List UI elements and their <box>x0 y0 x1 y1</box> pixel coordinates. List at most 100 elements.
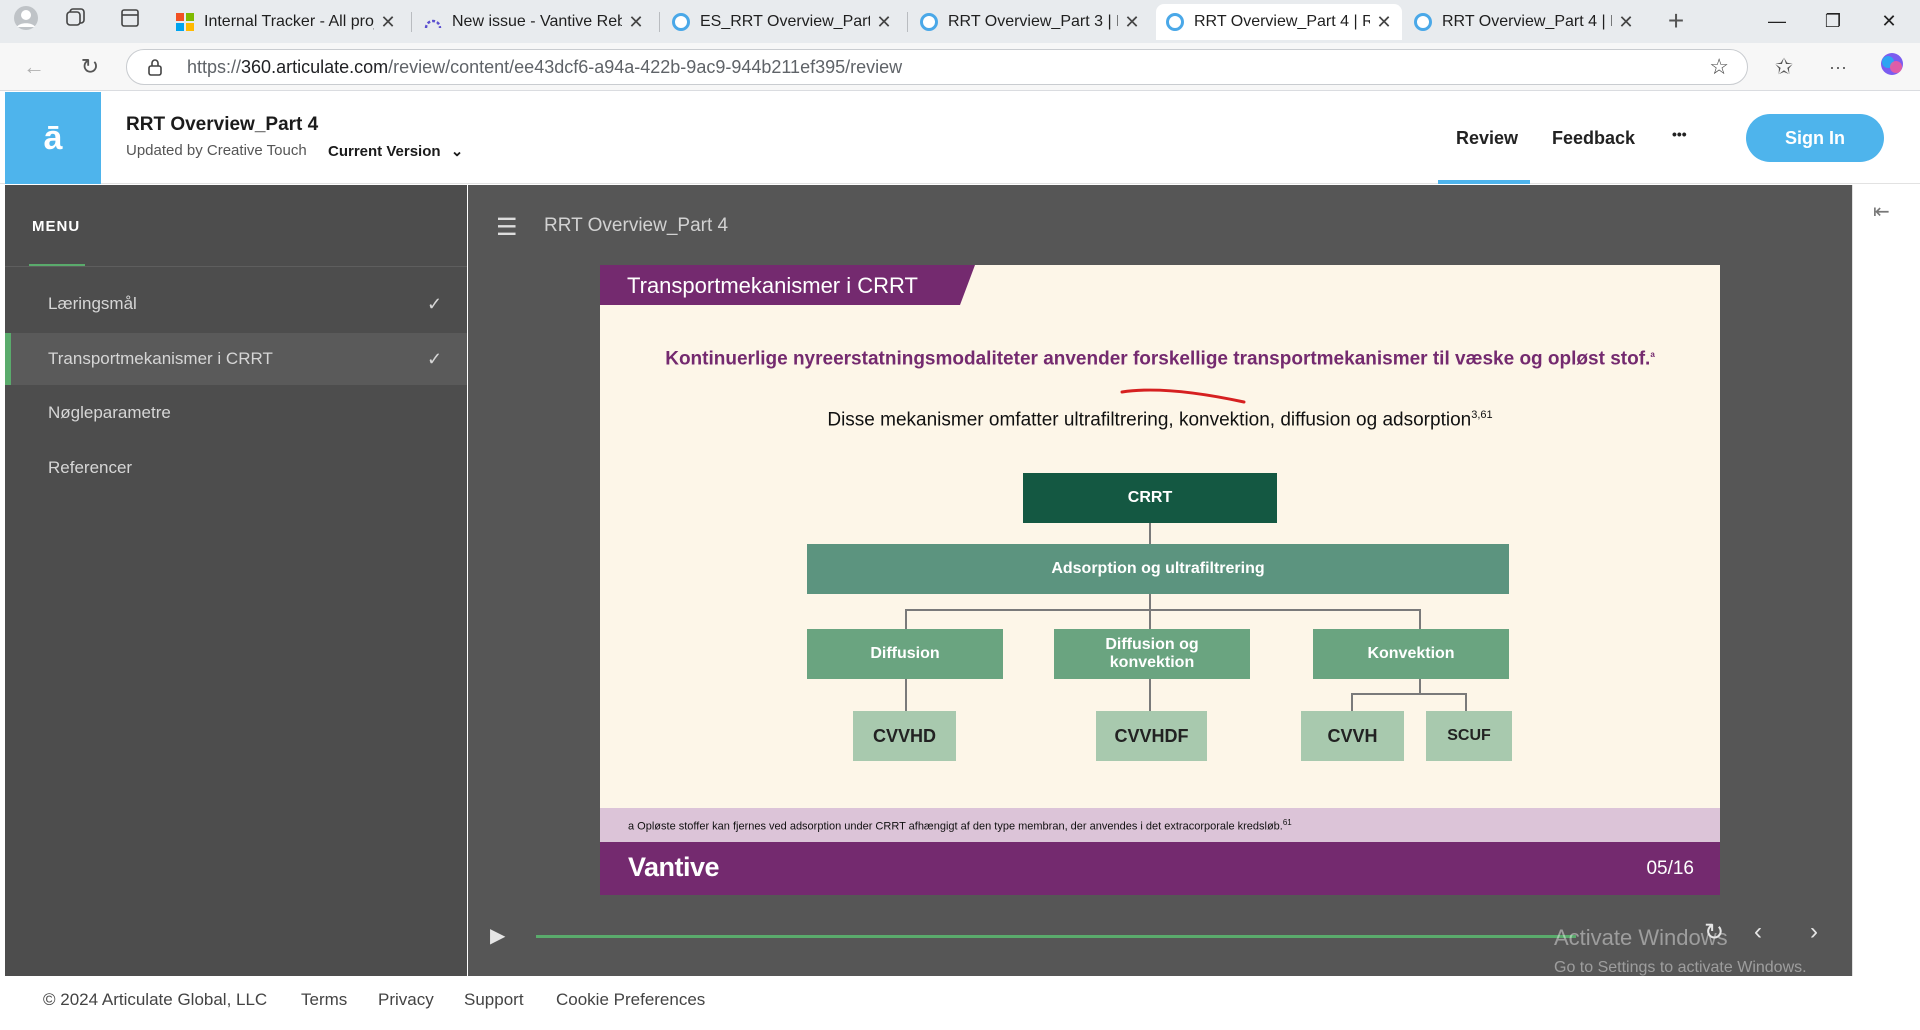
browser-tab-3[interactable]: ES_RRT Overview_Part 3 | R ✕ <box>662 4 902 40</box>
new-tab-icon[interactable]: + <box>1660 5 1692 37</box>
tab-title: RRT Overview_Part 4 | Rev <box>1194 13 1370 30</box>
project-title: RRT Overview_Part 4 <box>126 114 319 135</box>
next-slide-icon[interactable]: › <box>1810 918 1818 946</box>
tab-separator <box>411 12 412 32</box>
close-tab-icon[interactable]: ✕ <box>380 12 396 33</box>
browser-tab-4[interactable]: RRT Overview_Part 3 | Rev ✕ <box>910 4 1150 40</box>
favorite-star-icon[interactable]: ☆ <box>1709 54 1729 80</box>
slide-footnote: a Opløste stoffer kan fjernes ved adsorp… <box>628 818 1292 833</box>
footer-link-cookie-preferences[interactable]: Cookie Preferences <box>556 990 705 1010</box>
tab-title: RRT Overview_Part 3 | Rev <box>948 13 1118 30</box>
footer-link-privacy[interactable]: Privacy <box>378 990 434 1010</box>
connector-line <box>1149 521 1151 544</box>
slide-subheading-text: Disse mekanismer omfatter ultrafiltrerin… <box>827 409 1472 431</box>
close-tab-icon[interactable]: ✕ <box>628 12 644 33</box>
diagram-node-konvektion: Konvektion <box>1313 629 1509 679</box>
slide-player: ☰ RRT Overview_Part 4 Transportmekanisme… <box>468 185 1852 976</box>
menu-item-label: Læringsmål <box>48 294 137 313</box>
chevron-down-icon: ⌄ <box>450 143 464 160</box>
diagram-node-diffusion-konvektion: Diffusion og konvektion <box>1054 629 1250 679</box>
seek-bar[interactable] <box>536 935 1576 938</box>
diagram-node-adsorption: Adsorption og ultrafiltrering <box>807 544 1509 594</box>
profile-icon[interactable] <box>10 5 42 37</box>
footer-link-terms[interactable]: Terms <box>301 990 347 1010</box>
connector-line <box>1149 609 1151 630</box>
replay-icon[interactable]: ↻ <box>1704 918 1724 947</box>
close-tab-icon[interactable]: ✕ <box>1376 12 1392 33</box>
tab-title: RRT Overview_Part 4 | Rev <box>1442 13 1612 30</box>
play-icon[interactable]: ▶ <box>490 923 505 948</box>
menu-divider <box>5 266 467 267</box>
footer-link-support[interactable]: Support <box>464 990 524 1010</box>
url-path: /review/content/ee43dcf6-a94a-422b-9ac9-… <box>388 56 903 77</box>
favorites-icon[interactable]: ✩ <box>1768 51 1800 83</box>
tracker-logo-icon <box>424 19 442 29</box>
tab-separator <box>659 12 660 32</box>
url-scheme: https:// <box>187 56 242 77</box>
windows-activation-hint: Go to Settings to activate Windows. <box>1554 959 1807 976</box>
version-dropdown[interactable]: Current Version ⌄ <box>328 142 463 160</box>
copyright-text: © 2024 Articulate Global, LLC <box>43 990 268 1009</box>
back-arrow-icon[interactable]: ← <box>18 51 50 83</box>
articulate-logo[interactable]: ā <box>5 92 101 184</box>
menu-item-laeringsmal[interactable]: Læringsmål ✓ <box>5 278 467 330</box>
slide-heading-text: Kontinuerlige nyreerstatningsmodaliteter… <box>665 348 1651 370</box>
connector-line <box>1419 609 1421 630</box>
close-tab-icon[interactable]: ✕ <box>1124 12 1140 33</box>
active-tab-indicator <box>1438 180 1530 184</box>
footnote-text: a Opløste stoffer kan fjernes ved adsorp… <box>628 820 1283 833</box>
address-bar[interactable]: https://360.articulate.com/review/conten… <box>126 49 1748 85</box>
feedback-tab[interactable]: Feedback <box>1552 128 1635 149</box>
browser-tab-6[interactable]: RRT Overview_Part 4 | Rev ✕ <box>1404 4 1644 40</box>
connector-line <box>905 678 907 712</box>
page-footer: © 2024 Articulate Global, LLC Terms Priv… <box>0 977 1920 1030</box>
slide-heading: Kontinuerlige nyreerstatningsmodaliteter… <box>640 343 1680 370</box>
menu-heading: MENU <box>32 218 81 235</box>
subheading-reference: 3,61 <box>1471 409 1493 421</box>
course-menu-sidebar: MENU Læringsmål ✓ Transportmekanismer i … <box>5 185 467 976</box>
slide-canvas: Transportmekanismer i CRRT Kontinuerlige… <box>600 265 1720 895</box>
hamburger-menu-icon[interactable]: ☰ <box>496 213 518 242</box>
browser-tab-1[interactable]: Internal Tracker - All proje ✕ <box>166 4 406 40</box>
menu-item-transportmekanismer[interactable]: Transportmekanismer i CRRT ✓ <box>5 333 467 385</box>
windows-activation-watermark: Activate Windows <box>1554 925 1728 950</box>
brand-band <box>600 842 1720 895</box>
tab-title: Internal Tracker - All proje <box>204 13 374 30</box>
sign-in-button[interactable]: Sign In <box>1746 114 1884 162</box>
menu-item-noegleparametre[interactable]: Nøgleparametre <box>5 387 467 439</box>
connector-line <box>1465 693 1467 712</box>
browser-tab-5-active[interactable]: RRT Overview_Part 4 | Rev ✕ <box>1156 4 1402 40</box>
menu-item-referencer[interactable]: Referencer <box>5 442 467 494</box>
review-tab[interactable]: Review <box>1456 128 1518 149</box>
workspaces-icon[interactable] <box>60 5 92 37</box>
vertical-tabs-icon[interactable] <box>114 5 146 37</box>
more-icon[interactable]: ••• <box>1672 126 1687 142</box>
diagram-node-cvvh: CVVH <box>1301 711 1404 761</box>
slide-number: 05/16 <box>1646 858 1694 879</box>
diagram-node-cvvhd: CVVHD <box>853 711 956 761</box>
restore-icon[interactable]: ❐ <box>1810 6 1856 36</box>
previous-slide-icon[interactable]: ‹ <box>1754 918 1762 946</box>
url-text[interactable]: https://360.articulate.com/review/conten… <box>187 57 902 78</box>
lock-icon[interactable] <box>147 58 163 76</box>
reload-icon[interactable]: ↻ <box>74 51 106 83</box>
close-window-icon[interactable]: ✕ <box>1866 6 1912 36</box>
checkmark-icon: ✓ <box>427 293 443 314</box>
heading-footnote-marker: a <box>1650 350 1655 359</box>
tab-title: ES_RRT Overview_Part 3 | R <box>700 13 870 30</box>
close-tab-icon[interactable]: ✕ <box>1618 12 1634 33</box>
menu-item-label: Referencer <box>48 458 133 477</box>
expand-panel-icon[interactable]: ⇤ <box>1873 199 1890 224</box>
slide-title: Transportmekanismer i CRRT <box>627 273 918 298</box>
more-options-icon[interactable]: ··· <box>1822 51 1854 83</box>
browser-tab-strip: Internal Tracker - All proje ✕ New issue… <box>0 0 1920 43</box>
browser-tab-2[interactable]: New issue - Vantive Rebra ✕ <box>414 4 654 40</box>
version-label: Current Version <box>328 143 441 160</box>
close-tab-icon[interactable]: ✕ <box>876 12 892 33</box>
windows-logo-icon <box>176 13 194 31</box>
connector-line <box>905 609 907 630</box>
menu-item-label: Transportmekanismer i CRRT <box>48 349 273 368</box>
diagram-node-scuf: SCUF <box>1426 711 1512 761</box>
minimize-icon[interactable]: — <box>1754 6 1800 36</box>
copilot-icon[interactable] <box>1876 51 1908 83</box>
